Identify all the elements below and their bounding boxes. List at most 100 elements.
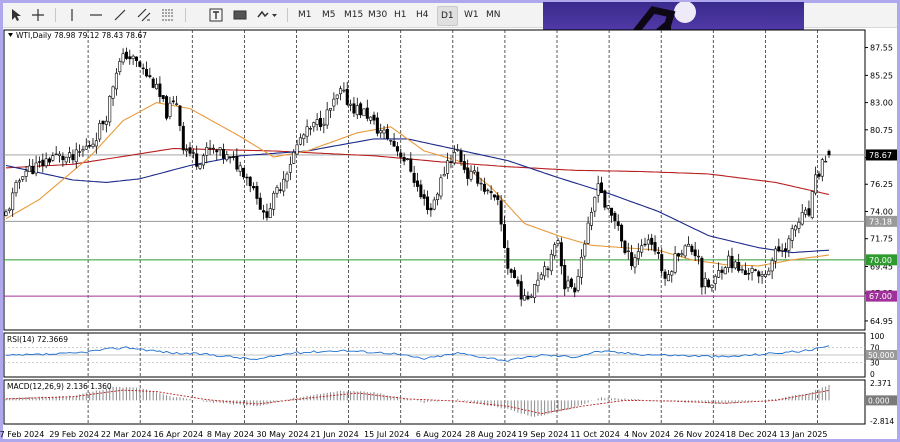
- rsi-label: RSI(14) 72.3669: [7, 335, 68, 344]
- candle-body: [155, 83, 159, 90]
- candle-body: [449, 161, 453, 163]
- date-axis-label: 18 Dec 2024: [726, 430, 777, 439]
- candle-body: [486, 189, 490, 192]
- macd-pane[interactable]: [3, 379, 866, 425]
- candle-body: [372, 114, 376, 121]
- candle-body: [626, 250, 630, 253]
- candle-body: [650, 237, 654, 245]
- candle-body: [74, 149, 78, 163]
- candle-body: [663, 271, 667, 279]
- candle-body: [777, 246, 781, 252]
- candle-body: [389, 140, 393, 142]
- candle[interactable]: [362, 108, 366, 117]
- date-axis-label: 11 Oct 2024: [570, 430, 619, 439]
- date-axis-label: 7 Feb 2024: [0, 430, 44, 439]
- candle-body: [753, 269, 757, 271]
- candle-body: [539, 274, 543, 280]
- candle-body: [797, 221, 801, 229]
- candle-body: [559, 242, 563, 267]
- price-axis-label: 71.75: [870, 235, 893, 244]
- candle-body: [58, 153, 62, 156]
- candle-body: [509, 269, 513, 273]
- candle-body: [24, 170, 28, 177]
- candle-body: [566, 280, 570, 289]
- candle-body: [643, 243, 647, 246]
- candle-body: [121, 53, 125, 63]
- price-chart[interactable]: 7 Feb 2024 29 Feb 2024 22 Mar 2024 16 Apr 2…: [0, 0, 900, 442]
- candle-body: [34, 162, 38, 174]
- candle-body: [37, 161, 41, 163]
- date-axis-label: 8 May 2024: [207, 430, 254, 439]
- candle-body: [141, 67, 145, 70]
- candle-body: [178, 105, 182, 126]
- candle-body: [720, 269, 724, 273]
- candle-body: [61, 155, 65, 161]
- candle-body: [171, 100, 175, 103]
- candle-body: [800, 212, 804, 225]
- candle[interactable]: [733, 260, 737, 270]
- candle-body: [670, 271, 674, 276]
- candle-body: [513, 270, 517, 278]
- macd-label: MACD(12,26,9) 2.136 1.360: [7, 382, 112, 391]
- candle-body: [375, 117, 379, 134]
- candle-body: [807, 208, 811, 216]
- candle[interactable]: [603, 189, 607, 211]
- candle-body: [660, 254, 664, 271]
- candle-body: [817, 173, 821, 177]
- candle-body: [332, 98, 336, 107]
- candle-body: [623, 240, 627, 253]
- candle[interactable]: [165, 94, 169, 121]
- candle-body: [586, 222, 590, 244]
- candle-body: [787, 238, 791, 251]
- current-price-label: 78.67: [869, 151, 892, 160]
- candle[interactable]: [98, 119, 102, 143]
- candle-body: [763, 273, 767, 277]
- candle-body: [432, 199, 436, 210]
- candle-body: [576, 276, 580, 291]
- candle-body: [459, 150, 463, 162]
- candle[interactable]: [683, 244, 687, 259]
- candle-body: [47, 158, 51, 163]
- candle-body: [98, 123, 102, 140]
- candle[interactable]: [810, 191, 814, 220]
- candle[interactable]: [181, 122, 185, 155]
- candle-body: [636, 251, 640, 259]
- candle-body: [379, 130, 383, 134]
- candle-body: [198, 164, 202, 169]
- candle-body: [238, 165, 242, 172]
- candle[interactable]: [439, 174, 443, 200]
- candle-body: [680, 253, 684, 256]
- candle-body: [690, 245, 694, 253]
- candle-body: [479, 182, 483, 185]
- candle-body: [707, 279, 711, 288]
- candle[interactable]: [623, 239, 627, 255]
- candle-body: [41, 159, 45, 166]
- candle-body: [369, 116, 373, 121]
- candle-body: [27, 165, 31, 173]
- date-axis-label: 21 Jun 2024: [311, 430, 359, 439]
- date-axis-label: 29 Feb 2024: [49, 430, 99, 439]
- candle-body: [466, 167, 470, 179]
- candle-body: [54, 153, 58, 156]
- price-level-label: 67.00: [869, 292, 892, 301]
- date-axis-label: 16 Apr 2024: [154, 430, 203, 439]
- candle-body: [770, 260, 774, 272]
- candle-body: [613, 212, 617, 221]
- candle-body: [17, 180, 21, 183]
- candle-body: [51, 155, 55, 161]
- candle-body: [703, 277, 707, 287]
- candle-body: [145, 69, 149, 77]
- candle-body: [101, 120, 105, 125]
- candle[interactable]: [569, 277, 573, 289]
- date-axis-label: 22 Mar 2024: [101, 430, 152, 439]
- candle-body: [161, 95, 165, 99]
- candle-body: [252, 186, 256, 189]
- candle-body: [442, 174, 446, 177]
- candle-body: [288, 164, 292, 173]
- candle-body: [529, 295, 533, 298]
- candle-body: [262, 210, 266, 213]
- candle-body: [325, 109, 329, 126]
- date-axis-label: 15 Jul 2024: [364, 430, 409, 439]
- candle[interactable]: [108, 95, 112, 127]
- candle[interactable]: [138, 60, 142, 68]
